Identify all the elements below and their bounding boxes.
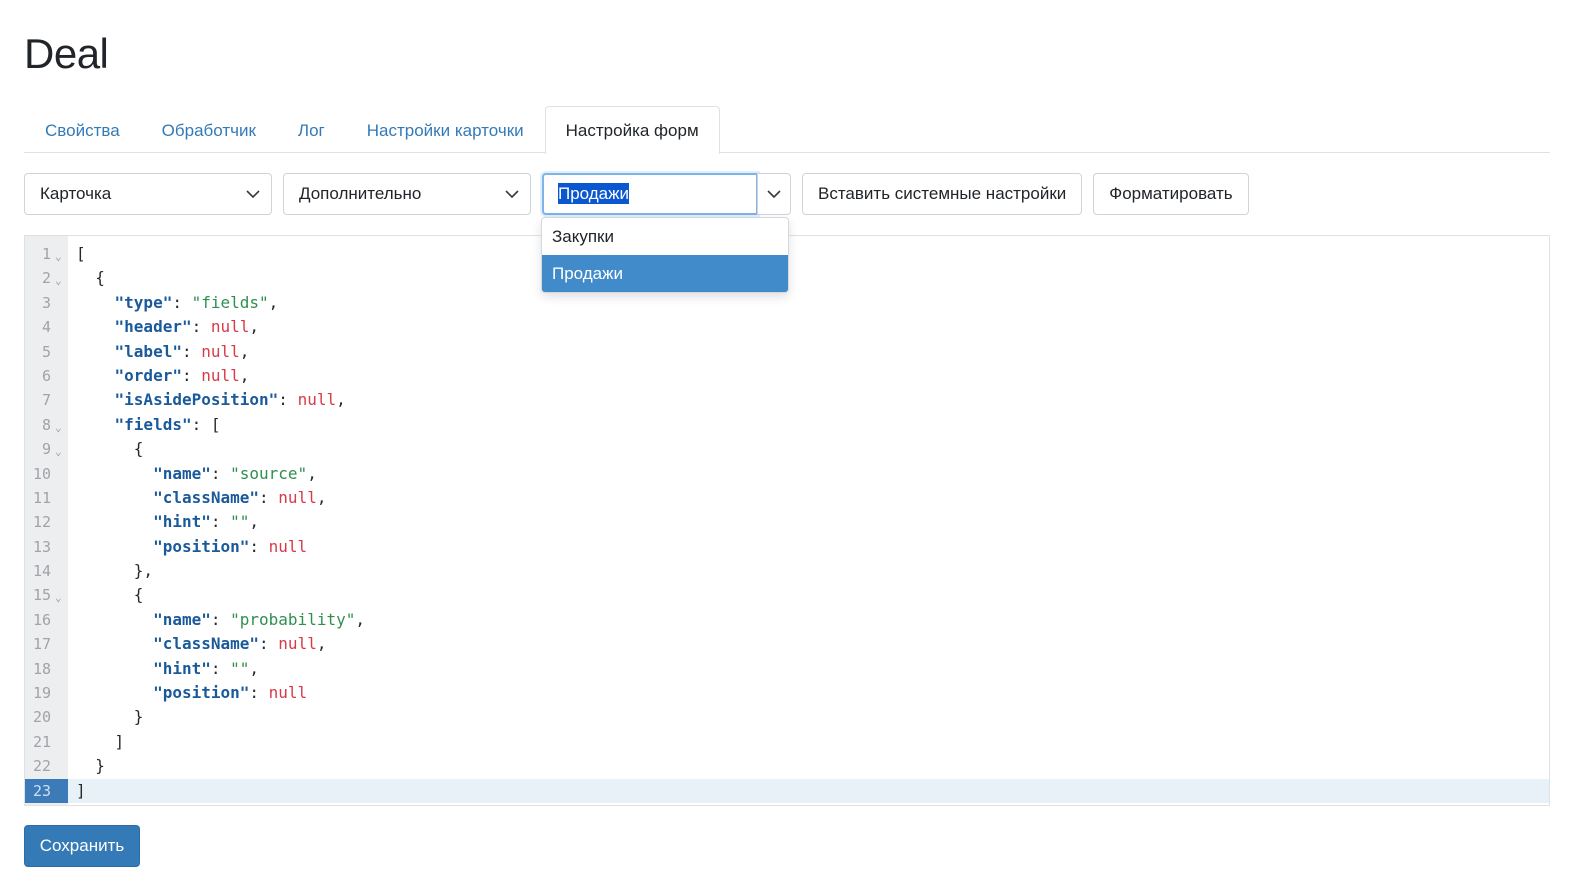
format-button[interactable]: Форматировать <box>1093 173 1249 215</box>
code-text: "isAsidePosition": null, <box>114 390 346 410</box>
code-text: } <box>76 756 105 776</box>
editor-line[interactable]: 4 "header": null, <box>25 315 1549 339</box>
line-number: 15 <box>32 586 51 605</box>
json-editor[interactable]: 1 ⌄[2 ⌄ {3 "type": "fields", 4 "header": nu… <box>24 235 1550 806</box>
line-number: 16 <box>32 610 51 629</box>
line-number: 20 <box>32 708 51 727</box>
editor-line[interactable]: 8 ⌄ "fields": [ <box>25 413 1549 437</box>
code-text: "name": "probability", <box>153 609 365 629</box>
code-text: { <box>76 268 105 288</box>
view-select-value: Карточка <box>40 184 112 203</box>
section-select-value: Дополнительно <box>299 184 422 203</box>
line-number: 21 <box>32 732 51 751</box>
line-number: 1 <box>41 245 51 263</box>
line-number: 4 <box>41 318 51 337</box>
line-number: 18 <box>32 659 51 678</box>
form-combobox-dropdown: Закупки Продажи <box>541 217 789 293</box>
line-number: 5 <box>41 342 51 361</box>
line-number: 6 <box>41 366 51 385</box>
form-combobox-input[interactable]: Продажи <box>542 173 758 215</box>
editor-lines: 1 ⌄[2 ⌄ {3 "type": "fields", 4 "header": nu… <box>25 242 1549 803</box>
code-text: "className": null, <box>153 634 327 654</box>
line-number: 8 <box>41 415 51 434</box>
editor-line[interactable]: 6 "order": null, <box>25 364 1549 388</box>
chevron-down-icon <box>246 190 260 199</box>
editor-line[interactable]: 9 ⌄ { <box>25 437 1549 461</box>
chevron-down-icon <box>767 190 781 199</box>
line-number: 19 <box>32 684 51 703</box>
line-number: 22 <box>32 757 51 776</box>
code-text: "className": null, <box>153 487 327 507</box>
code-text: "hint": "", <box>153 658 260 678</box>
line-number: 12 <box>32 513 51 532</box>
code-text: ] <box>76 780 86 800</box>
form-combobox-selected-text: Продажи <box>558 183 629 204</box>
form-combobox: Продажи <box>542 173 791 215</box>
code-text: "hint": "", <box>153 512 260 532</box>
insert-system-settings-button[interactable]: Вставить системные настройки <box>802 173 1083 215</box>
line-number: 9 <box>41 440 51 459</box>
code-text: "fields": [ <box>114 414 221 434</box>
line-number: 3 <box>41 293 51 312</box>
chevron-down-icon <box>505 190 519 199</box>
editor-line[interactable]: 19 "position": null <box>25 681 1549 705</box>
line-number: 10 <box>32 464 51 483</box>
line-number: 13 <box>32 537 51 556</box>
code-text: "position": null <box>153 536 308 556</box>
tab-card-settings[interactable]: Настройки карточки <box>346 106 545 153</box>
code-text: "label": null, <box>114 341 250 361</box>
tab-form-settings[interactable]: Настройка форм <box>544 106 720 154</box>
editor-line[interactable]: 10 "name": "source", <box>25 462 1549 486</box>
editor-line[interactable]: 13 "position": null <box>25 535 1549 559</box>
tab-bar: Свойства Обработчик Лог Настройки карточ… <box>24 106 1550 154</box>
code-text: "type": "fields", <box>114 292 279 312</box>
view-select[interactable]: Карточка <box>24 173 272 215</box>
code-text: { <box>76 439 144 459</box>
editor-line[interactable]: 22 } <box>25 754 1549 778</box>
code-text: "order": null, <box>114 365 250 385</box>
line-number: 14 <box>32 562 51 581</box>
editor-line[interactable]: 16 "name": "probability", <box>25 608 1549 632</box>
line-number: 2 <box>41 269 51 288</box>
line-number: 23 <box>25 778 68 803</box>
editor-line[interactable]: 3 "type": "fields", <box>25 291 1549 315</box>
editor-line[interactable]: 20 } <box>25 705 1549 729</box>
editor-line[interactable]: 23] <box>25 778 1549 803</box>
save-button[interactable]: Сохранить <box>24 825 140 867</box>
code-text: "position": null <box>153 683 308 703</box>
editor-line[interactable]: 17 "className": null, <box>25 632 1549 656</box>
section-select[interactable]: Дополнительно <box>283 173 531 215</box>
code-text: } <box>76 707 144 727</box>
code-text: "header": null, <box>114 317 260 337</box>
editor-line[interactable]: 11 "className": null, <box>25 486 1549 510</box>
editor-line[interactable]: 21 ] <box>25 730 1549 754</box>
line-number: 7 <box>41 391 51 410</box>
editor-line[interactable]: 12 "hint": "", <box>25 510 1549 534</box>
dropdown-option-purchases[interactable]: Закупки <box>542 218 788 255</box>
editor-line[interactable]: 7 "isAsidePosition": null, <box>25 388 1549 412</box>
editor-line[interactable]: 5 "label": null, <box>25 340 1549 364</box>
tab-properties[interactable]: Свойства <box>24 106 141 153</box>
tab-log[interactable]: Лог <box>277 106 346 153</box>
code-text: "name": "source", <box>153 463 317 483</box>
editor-line[interactable]: 15 ⌄ { <box>25 583 1549 607</box>
toolbar: Карточка Дополнительно Продажи Вставить … <box>24 173 1249 215</box>
page-title: Deal <box>24 30 109 77</box>
code-text: ] <box>76 731 125 751</box>
dropdown-option-sales[interactable]: Продажи <box>542 255 788 292</box>
editor-line[interactable]: 14 }, <box>25 559 1549 583</box>
line-number: 11 <box>32 488 51 507</box>
code-text: }, <box>76 561 154 581</box>
code-text: [ <box>76 244 86 263</box>
line-number: 17 <box>32 635 51 654</box>
code-text: { <box>76 585 144 605</box>
editor-line[interactable]: 18 "hint": "", <box>25 657 1549 681</box>
form-combobox-toggle[interactable] <box>757 173 791 215</box>
tab-handler[interactable]: Обработчик <box>141 106 277 153</box>
